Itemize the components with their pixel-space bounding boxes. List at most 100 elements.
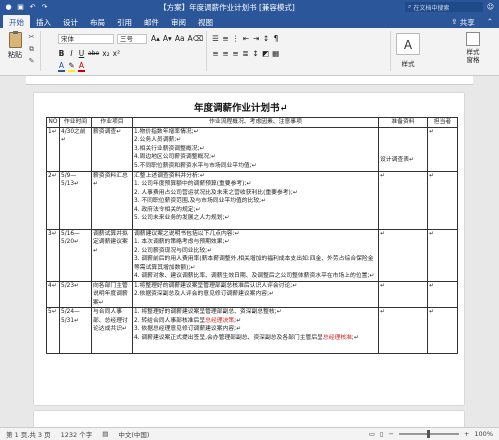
clear-format-icon[interactable]: A⌫ <box>188 34 204 43</box>
detail-line: 3.相关行业薪资调整概况;↵ <box>134 145 205 152</box>
row-item-cell[interactable]: 薪资资料汇总↵ <box>91 170 133 230</box>
row-number-cell[interactable]: 5↵ <box>46 307 60 354</box>
row-owner-cell[interactable]: ↵ <box>427 228 458 282</box>
document-page-2[interactable] <box>34 411 464 427</box>
row-number-cell[interactable]: 2↵ <box>46 170 60 230</box>
search-box[interactable]: ⌕ 在文档中搜索 <box>405 2 483 12</box>
proofing-icon[interactable]: ▤ <box>102 430 108 438</box>
page-count[interactable]: 第 1 页,共 3 页 <box>6 429 51 439</box>
row-owner-cell[interactable]: ↵ <box>427 170 458 230</box>
row-materials-cell[interactable]: ↵ <box>378 280 428 308</box>
row-time-cell[interactable]: 4/30之前↵ <box>59 126 92 172</box>
align-center-icon[interactable]: ≡ <box>222 49 229 58</box>
row-details-cell[interactable]: 汇整上述调查资料并分析:↵ 1. 公司年度预算额中的调薪预算(重要参考);↵ 2. … <box>132 170 379 230</box>
row-details-cell[interactable]: 调薪建议案之说明书包括以下几点内容:↵ 1. 本次调薪的策略考虑与预期效果;↵ 2.… <box>132 228 379 282</box>
zoom-slider[interactable] <box>398 430 459 438</box>
styles-pane-button[interactable]: 样式 窗格 <box>460 32 486 64</box>
row-details-cell[interactable]: 1.物价指数年增率情况;↵ 2.公务人员调薪;↵ 3.相关行业薪资调整概况;↵ 4.周… <box>132 126 379 172</box>
tab-view[interactable]: 视图 <box>192 15 219 28</box>
word-count[interactable]: 1232 个字 <box>61 429 93 439</box>
highlight-icon[interactable]: ✎ <box>68 61 75 72</box>
borders-icon[interactable]: ▦ <box>272 49 279 58</box>
multilevel-list-icon[interactable]: ⋮ <box>232 34 240 43</box>
subscript-button[interactable]: x₂ <box>102 49 109 58</box>
justify-icon[interactable]: ≣ <box>242 49 249 58</box>
paste-button[interactable]: 粘贴 <box>6 31 24 60</box>
undo-icon[interactable]: ↶ <box>28 3 37 12</box>
row-time-cell[interactable]: 5/24—5/31↵ <box>59 307 92 354</box>
row-item-cell[interactable]: 薪资调查↵ <box>91 126 133 172</box>
grow-font-icon[interactable]: A▴ <box>151 34 160 43</box>
shrink-font-icon[interactable]: A▾ <box>163 34 172 43</box>
align-left-icon[interactable]: ≡ <box>212 49 219 58</box>
row-number-cell[interactable]: 1↵ <box>46 126 60 172</box>
row-details-cell[interactable]: 1.将整理好的调薪建议案呈管理部副总核准后认识人评会讨论;↵ 2.依据资深副总及人… <box>132 280 379 308</box>
line-spacing-icon[interactable]: ↕ <box>252 49 259 58</box>
user-icon[interactable]: ☺ <box>486 3 495 12</box>
language-status[interactable]: 中文(中国) <box>118 429 149 439</box>
italic-button[interactable]: I <box>68 49 75 58</box>
align-right-icon[interactable]: ≡ <box>232 49 239 58</box>
row-materials-cell[interactable]: ↵ <box>378 228 428 282</box>
print-layout-icon[interactable]: ▯ <box>380 430 384 438</box>
row-details-cell[interactable]: 1. 将整理好的调薪建议案呈管理部副总、资深副总整核;↵ 2. 转给合同人事部核准… <box>132 307 379 354</box>
increase-indent-icon[interactable]: ⇥ <box>253 34 260 43</box>
bold-button[interactable]: B <box>58 49 65 58</box>
tab-references[interactable]: 引用 <box>111 15 138 28</box>
tab-layout[interactable]: 布局 <box>84 15 111 28</box>
shading-icon[interactable]: ◩ <box>262 49 269 58</box>
tab-design[interactable]: 设计 <box>57 15 84 28</box>
row-item-cell[interactable]: 与合同人事部、总经理讨论达成共识↵ <box>91 307 133 354</box>
tab-insert[interactable]: 插入 <box>30 15 57 28</box>
zoom-out-icon[interactable]: − <box>389 430 394 438</box>
row-time-cell[interactable]: 5/9—5/13↵ <box>59 170 92 230</box>
color-buttons: A ✎ A <box>58 61 85 72</box>
read-mode-icon[interactable]: ▭ <box>369 430 375 438</box>
row-time-cell[interactable]: 5/16—5/20↵ <box>59 228 92 282</box>
bullets-icon[interactable]: ☰ <box>212 34 219 43</box>
show-marks-icon[interactable]: ¶ <box>273 34 280 43</box>
row-owner-cell[interactable]: ↵ <box>427 307 458 354</box>
row-number-cell[interactable]: 4↵ <box>46 280 60 308</box>
close-icon[interactable]: ● <box>4 3 13 12</box>
row-owner-cell[interactable]: ↵ <box>427 126 458 172</box>
text-effects-icon[interactable]: A <box>58 61 65 72</box>
row-materials-cell[interactable]: ↵ <box>378 307 428 354</box>
row-materials-cell[interactable]: 设计调查表↵ <box>378 126 428 172</box>
row-time-cell[interactable]: 5/23↵ <box>59 280 92 308</box>
redo-icon[interactable]: ↷ <box>40 3 49 12</box>
underline-button[interactable]: U <box>78 49 85 58</box>
cut-icon[interactable]: ✂ <box>27 33 36 41</box>
styles-gallery-button[interactable]: A <box>396 33 420 55</box>
strikethrough-button[interactable]: abe <box>88 50 99 57</box>
ribbon-tabs: 开始 插入 设计 布局 引用 邮件 审阅 视图 ⇪ 共享 ⌃ <box>0 14 499 28</box>
document-page[interactable]: 年度调薪作业计划书↵ NO 作业时间 作业项目 作业流程概况、考虑因素、注意事项… <box>34 93 464 405</box>
row-item-cell[interactable]: 向各部门主管说明年度调薪案↵ <box>91 280 133 308</box>
row-item-cell[interactable]: 调薪试算并拟定调薪建议案↵ <box>91 228 133 282</box>
styles-label: 样式 <box>401 60 415 68</box>
superscript-button[interactable]: x² <box>113 49 120 58</box>
tab-mailings[interactable]: 邮件 <box>138 15 165 28</box>
collapse-ribbon-icon[interactable]: ⌃ <box>481 15 499 28</box>
font-color-icon[interactable]: A <box>78 61 85 72</box>
row-materials-cell[interactable]: ↵ <box>378 170 428 230</box>
horizontal-ruler[interactable] <box>26 76 473 85</box>
sort-icon[interactable]: ↕ <box>263 34 270 43</box>
row-number-cell[interactable]: 3↵ <box>46 228 60 282</box>
tab-review[interactable]: 审阅 <box>165 15 192 28</box>
copy-icon[interactable]: ⧉ <box>27 45 36 53</box>
font-name-select[interactable]: 宋体 <box>58 34 114 44</box>
share-button[interactable]: ⇪ 共享 <box>445 15 480 28</box>
decrease-indent-icon[interactable]: ⇤ <box>243 34 250 43</box>
row-owner-cell[interactable]: ↵ <box>427 280 458 308</box>
table-row: 1↵ 4/30之前↵ 薪资调查↵ 1.物价指数年增率情况;↵ 2.公务人员调薪;↵ 3.相… <box>46 126 458 172</box>
change-case-icon[interactable]: Aa <box>175 34 185 43</box>
plan-table[interactable]: NO 作业时间 作业项目 作业流程概况、考虑因素、注意事项 准备资料 担当者 1… <box>46 117 458 354</box>
format-painter-icon[interactable]: ✎ <box>27 57 36 65</box>
zoom-level[interactable]: 100% <box>474 430 493 438</box>
tab-home[interactable]: 开始 <box>3 15 30 28</box>
zoom-in-icon[interactable]: + <box>464 430 469 438</box>
numbering-icon[interactable]: ≡ <box>222 34 229 43</box>
font-size-select[interactable]: 三号 <box>117 34 147 44</box>
save-icon[interactable]: ▣ <box>16 3 25 12</box>
